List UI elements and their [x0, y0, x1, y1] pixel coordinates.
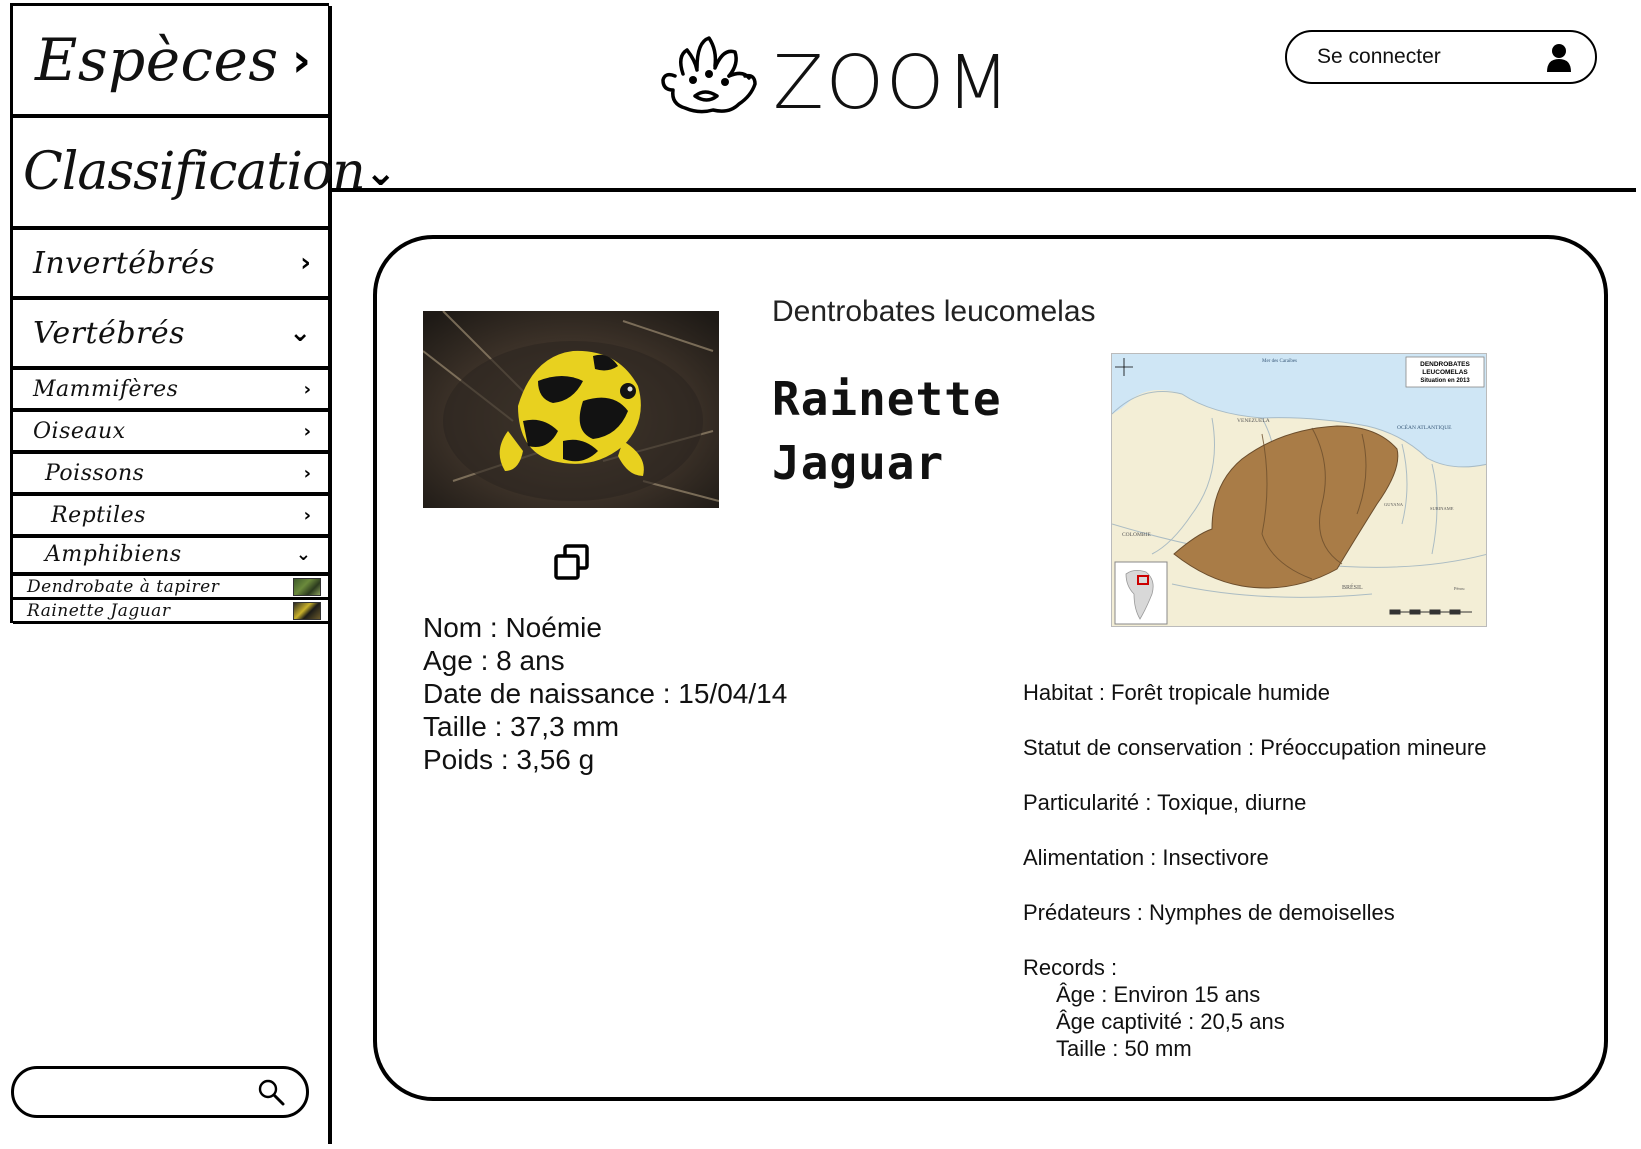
sidebar-item-label: Dendrobate à tapirer	[27, 576, 220, 597]
sidebar-item-vertebres[interactable]: Vertébrés ⌄	[13, 300, 329, 370]
info-statut: Statut de conservation : Préoccupation m…	[1023, 735, 1487, 760]
paw-logo-icon	[661, 36, 757, 114]
sidebar: Espèces › Classification ⌄ Invertébrés ›…	[10, 3, 397, 1144]
dendrobate-thumbnail	[293, 577, 321, 596]
sidebar-item-amphibiens[interactable]: Amphibiens ⌄	[13, 536, 329, 576]
sidebar-item-rainette[interactable]: Rainette Jaguar	[13, 600, 329, 624]
chevron-right-icon: ›	[303, 504, 311, 526]
sidebar-item-invertebres[interactable]: Invertébrés ›	[13, 230, 329, 300]
info-habitat: Habitat : Forêt tropicale humide	[1023, 680, 1330, 705]
sidebar-item-poissons[interactable]: Poissons ›	[13, 454, 329, 496]
sidebar-item-label: Rainette Jaguar	[27, 600, 171, 621]
sidebar-item-label: Classification	[23, 142, 366, 202]
sidebar-item-especes[interactable]: Espèces ›	[13, 6, 329, 118]
search-input[interactable]	[11, 1066, 309, 1118]
map-bresil-label: BRÉSIL	[1342, 583, 1363, 591]
info-particularite: Particularité : Toxique, diurne	[1023, 790, 1307, 815]
sidebar-item-reptiles[interactable]: Reptiles ›	[13, 496, 329, 538]
login-button[interactable]: Se connecter	[1285, 30, 1597, 84]
info-age: Age : 8 ans	[423, 645, 565, 676]
info-nom: Nom : Noémie	[423, 612, 602, 643]
range-map-image: DENDROBATES LEUCOMELAS Situation en 2013…	[1112, 354, 1486, 626]
sidebar-item-label: Amphibiens	[45, 541, 182, 567]
map-title-line1: DENDROBATES	[1420, 361, 1470, 368]
search-icon[interactable]	[256, 1077, 286, 1107]
chevron-right-icon: ›	[303, 462, 311, 484]
sidebar-item-classification[interactable]: Classification ⌄	[13, 118, 397, 230]
sidebar-item-dendrobate[interactable]: Dendrobate à tapirer	[13, 576, 329, 600]
info-alimentation: Alimentation : Insectivore	[1023, 845, 1269, 870]
chevron-right-icon: ›	[300, 248, 311, 278]
common-name-line2: Jaguar	[772, 436, 945, 490]
sidebar-item-label: Espèces	[35, 26, 279, 94]
login-label: Se connecter	[1317, 45, 1441, 68]
sidebar-item-mammiferes[interactable]: Mammifères ›	[13, 370, 329, 412]
sidebar-item-oiseaux[interactable]: Oiseaux ›	[13, 412, 329, 454]
chevron-right-icon: ›	[303, 420, 311, 442]
map-title-line2: LEUCOMELAS	[1422, 369, 1468, 376]
map-colombie-label: COLOMBIE	[1122, 532, 1151, 538]
info-poids: Poids : 3,56 g	[423, 744, 595, 775]
common-name: Rainette Jaguar	[772, 367, 1002, 495]
header-divider	[330, 188, 1636, 192]
map-perou-label: Pérou	[1454, 586, 1465, 591]
map-suriname-label: SURINAME	[1430, 506, 1454, 511]
map-guyana-label: GUYANA	[1384, 502, 1404, 507]
chevron-down-icon: ⌄	[289, 318, 311, 348]
info-naissance: Date de naissance : 15/04/14	[423, 678, 788, 709]
user-icon	[1547, 44, 1571, 72]
sidebar-item-label: Invertébrés	[33, 245, 216, 281]
sidebar-item-label: Poissons	[45, 460, 145, 486]
sidebar-item-label: Reptiles	[51, 502, 146, 528]
copy-icon[interactable]	[553, 544, 591, 582]
records-list: Âge : Environ 15 ans Âge captivité : 20,…	[1023, 981, 1487, 1062]
frog-image	[423, 311, 719, 508]
record-item: Âge : Environ 15 ans	[1056, 982, 1261, 1007]
map-title-line3: Situation en 2013	[1420, 378, 1470, 384]
chevron-right-icon: ›	[303, 378, 311, 400]
map-venezuela-label: VENEZUELA	[1237, 418, 1270, 424]
logo[interactable]: ZOOM	[655, 30, 1012, 126]
individual-info: Nom : Noémie Age : 8 ans Date de naissan…	[423, 611, 787, 776]
species-info: Habitat : Forêt tropicale humide Statut …	[1023, 680, 1487, 1062]
chevron-down-icon: ⌄	[295, 543, 311, 565]
map-sea-label: Mer des Caraïbes	[1262, 359, 1297, 364]
animal-photo[interactable]	[423, 311, 719, 508]
chevron-right-icon: ›	[292, 33, 311, 87]
records-title: Records :	[1023, 955, 1118, 980]
info-taille: Taille : 37,3 mm	[423, 711, 620, 742]
distribution-map[interactable]: DENDROBATES LEUCOMELAS Situation en 2013…	[1111, 353, 1487, 627]
sidebar-item-label: Oiseaux	[33, 418, 126, 444]
info-predateurs: Prédateurs : Nymphes de demoiselles	[1023, 900, 1395, 925]
rainette-thumbnail	[293, 601, 321, 620]
sidebar-item-label: Vertébrés	[33, 315, 186, 351]
record-item: Taille : 50 mm	[1056, 1036, 1192, 1061]
animal-card: Dentrobates leucomelas Rainette Jaguar D…	[373, 235, 1608, 1101]
record-item: Âge captivité : 20,5 ans	[1056, 1009, 1285, 1034]
common-name-line1: Rainette	[772, 372, 1002, 426]
sidebar-item-label: Mammifères	[33, 376, 179, 402]
logo-text: ZOOM	[773, 40, 1013, 126]
scientific-name: Dentrobates leucomelas	[772, 295, 1096, 328]
map-ocean-label: OCÉAN ATLANTIQUE	[1397, 423, 1452, 431]
